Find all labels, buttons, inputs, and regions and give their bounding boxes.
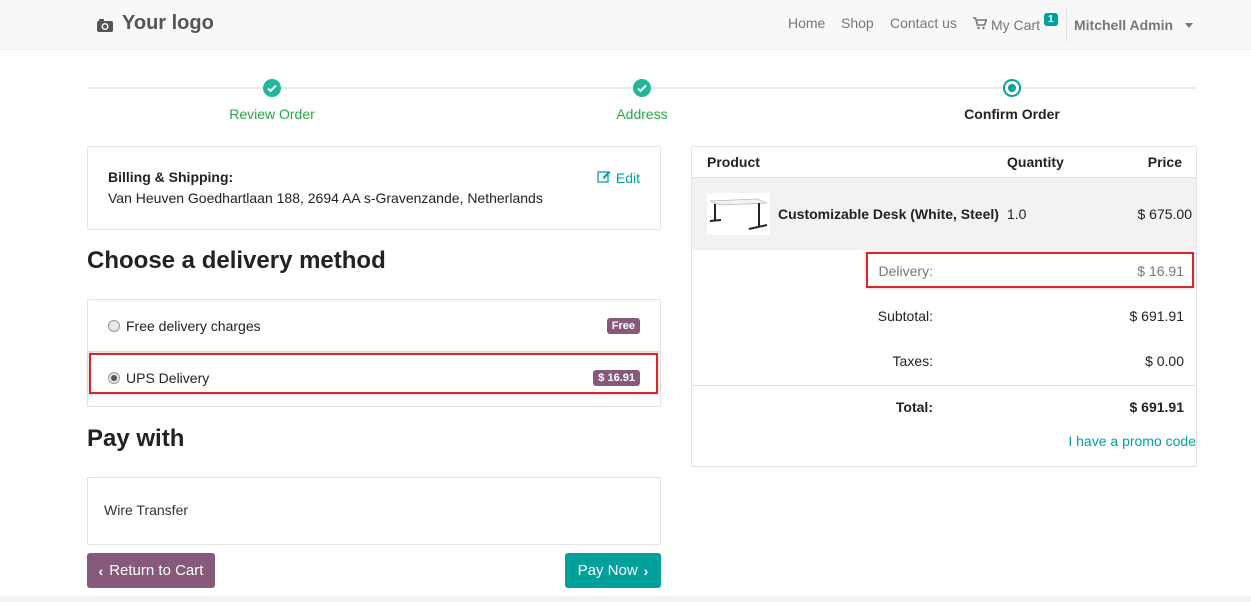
nav-contact-link[interactable]: Contact us	[890, 15, 957, 35]
step-review-order[interactable]: Review Order	[229, 106, 315, 122]
summary-table-header: Product Quantity Price	[692, 147, 1196, 178]
cart-label: My Cart	[991, 17, 1040, 33]
payment-method-card[interactable]: Wire Transfer	[87, 477, 661, 545]
caret-down-icon	[1185, 22, 1194, 28]
promo-code-link[interactable]: I have a promo code	[1068, 433, 1196, 449]
edit-icon	[597, 169, 611, 186]
taxes-value: $ 0.00	[1145, 353, 1184, 369]
top-navbar: Your logo Home Shop Contact us My Cart 1…	[0, 0, 1251, 50]
user-name: Mitchell Admin	[1074, 17, 1174, 33]
table-row: Customizable Desk (White, Steel) 1.0 $ 6…	[692, 178, 1196, 250]
order-summary-card: Product Quantity Price Customizable Desk…	[691, 146, 1197, 467]
nav-home-link[interactable]: Home	[788, 15, 825, 35]
billing-shipping-card: Billing & Shipping: Van Heuven Goedhartl…	[87, 146, 661, 230]
chevron-right-icon: ›	[643, 562, 649, 579]
product-price: $ 675.00	[1137, 206, 1193, 222]
delivery-option-label: Free delivery charges	[126, 317, 261, 334]
delivery-option-free[interactable]: Free delivery charges Free	[88, 300, 660, 352]
cart-count-badge: 1	[1044, 12, 1058, 26]
total-divider	[692, 385, 1196, 386]
edit-label: Edit	[615, 169, 640, 186]
product-thumbnail	[707, 193, 770, 235]
return-to-cart-label: Return to Cart	[109, 562, 204, 579]
delivery-price-badge: Free	[606, 317, 640, 334]
step-address[interactable]: Address	[616, 106, 667, 122]
subtotal-row: Subtotal: $ 691.91	[692, 308, 1196, 328]
pay-now-label: Pay Now	[577, 562, 638, 579]
step-done-check-icon	[633, 79, 651, 97]
delivery-cost-row: Delivery: $ 16.91	[692, 263, 1196, 283]
step-confirm-order: Confirm Order	[964, 106, 1060, 122]
delivery-radio-ups[interactable]	[108, 372, 120, 384]
total-row: Total: $ 691.91	[692, 399, 1196, 419]
nav-cart-link[interactable]: My Cart 1	[973, 12, 1058, 35]
user-menu[interactable]: Mitchell Admin	[1074, 15, 1194, 35]
payment-method-label: Wire Transfer	[104, 502, 189, 518]
delivery-radio-free[interactable]	[108, 319, 120, 332]
nav-shop-link[interactable]: Shop	[841, 15, 874, 35]
header-product: Product	[707, 154, 760, 170]
delivery-cost-value: $ 16.91	[1137, 263, 1184, 279]
nav-divider	[1066, 8, 1067, 42]
delivery-option-ups[interactable]: UPS Delivery $ 16.91	[88, 352, 660, 404]
total-value: $ 691.91	[1129, 399, 1185, 415]
delivery-options-card: Free delivery charges Free UPS Delivery …	[87, 299, 661, 407]
return-to-cart-button[interactable]: ‹ Return to Cart	[87, 553, 215, 588]
billing-title: Billing & Shipping:	[108, 169, 234, 185]
total-label: Total:	[895, 399, 933, 415]
step-current-icon	[1003, 79, 1021, 97]
step-done-check-icon	[263, 79, 281, 97]
delivery-option-label: UPS Delivery	[126, 370, 210, 386]
taxes-row: Taxes: $ 0.00	[692, 353, 1196, 373]
camera-icon	[96, 16, 114, 32]
pay-with-heading: Pay with	[87, 425, 185, 452]
chevron-left-icon: ‹	[98, 562, 104, 579]
header-quantity: Quantity	[1007, 154, 1064, 170]
taxes-label: Taxes:	[892, 353, 933, 369]
delivery-method-heading: Choose a delivery method	[87, 247, 386, 274]
logo-text: Your logo	[122, 12, 214, 34]
product-quantity: 1.0	[1007, 206, 1027, 222]
header-price: Price	[1147, 154, 1182, 170]
delivery-price-badge: $ 16.91	[593, 370, 640, 386]
site-logo[interactable]: Your logo	[96, 12, 214, 35]
billing-address: Van Heuven Goedhartlaan 188, 2694 AA s-G…	[108, 190, 543, 206]
shopping-cart-icon	[973, 17, 988, 33]
delivery-cost-label: Delivery:	[878, 263, 933, 279]
product-name: Customizable Desk (White, Steel)	[778, 206, 999, 222]
subtotal-label: Subtotal:	[877, 308, 933, 324]
footer-strip	[0, 596, 1251, 602]
edit-address-link[interactable]: Edit	[597, 169, 640, 186]
pay-now-button[interactable]: Pay Now ›	[565, 553, 661, 588]
subtotal-value: $ 691.91	[1129, 308, 1185, 324]
